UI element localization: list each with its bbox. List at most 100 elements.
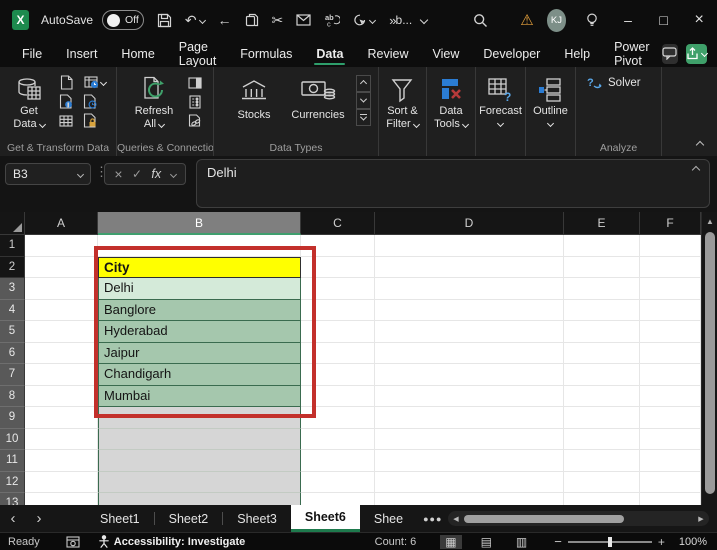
cell-A8[interactable] [25,386,98,408]
cell-C10[interactable] [301,429,375,451]
cell-D6[interactable] [375,343,564,365]
comments-button[interactable] [662,44,679,64]
autosave-toggle[interactable]: Off [102,10,144,30]
edit-links-button[interactable] [185,111,205,130]
document-name[interactable]: b... [396,13,428,27]
warning-button[interactable]: ⚠ [520,11,533,29]
formula-input[interactable]: Delhi [196,159,710,208]
cell-F6[interactable] [640,343,701,365]
cell-E6[interactable] [564,343,640,365]
horizontal-scrollbar[interactable]: ◀ ▶ [448,511,709,526]
cell-E10[interactable] [564,429,640,451]
cell-B1[interactable] [98,235,301,257]
column-header-E[interactable]: E [564,212,640,235]
prev-sheet-button[interactable]: ‹ [0,510,26,527]
cell-D10[interactable] [375,429,564,451]
data-tools-button[interactable]: Data Tools [434,69,468,156]
cell-B3[interactable]: Delhi [98,278,301,300]
sheet-tab-sheet1[interactable]: Sheet1 [86,505,154,532]
cell-E13[interactable] [564,493,640,505]
next-sheet-button[interactable]: › [26,510,52,527]
cell-A9[interactable] [25,407,98,429]
cell-A5[interactable] [25,321,98,343]
avatar[interactable]: KJ [547,9,567,32]
cell-C3[interactable] [301,278,375,300]
cell-D7[interactable] [375,364,564,386]
cell-A7[interactable] [25,364,98,386]
cell-A2[interactable] [25,257,98,279]
cell-D4[interactable] [375,300,564,322]
record-macro-button[interactable] [66,536,80,548]
row-header-10[interactable]: 10 [0,429,25,451]
tab-power-pivot[interactable]: Power Pivot [602,40,661,67]
cancel-button[interactable]: × [114,166,122,182]
row-header-7[interactable]: 7 [0,364,25,386]
cell-A12[interactable] [25,472,98,494]
insert-function-button[interactable]: fx [151,167,161,181]
sheet-tab-sheet3[interactable]: Sheet3 [223,505,291,532]
cell-E12[interactable] [564,472,640,494]
cell-A3[interactable] [25,278,98,300]
solver-button[interactable]: ? Solver [576,67,661,90]
tab-formulas[interactable]: Formulas [228,40,304,67]
zoom-in-button[interactable]: + [652,535,671,549]
forecast-button[interactable]: ? Forecast [479,69,522,156]
cell-C2[interactable] [301,257,375,279]
scroll-left-icon[interactable]: ◀ [448,515,464,523]
row-header-1[interactable]: 1 [0,235,25,257]
share-button[interactable] [686,44,707,64]
row-header-9[interactable]: 9 [0,407,25,429]
cell-F4[interactable] [640,300,701,322]
cut-button[interactable]: ✂ [272,12,284,29]
cell-E9[interactable] [564,407,640,429]
undo-button[interactable]: ↶ [185,12,205,29]
horizontal-scroll-thumb[interactable] [464,515,624,523]
cell-B8[interactable]: Mumbai [98,386,301,408]
tab-help[interactable]: Help [552,40,602,67]
from-web-button[interactable] [80,73,110,92]
cell-F12[interactable] [640,472,701,494]
from-text-csv-button[interactable] [56,73,76,92]
cell-C6[interactable] [301,343,375,365]
cell-F9[interactable] [640,407,701,429]
cell-B4[interactable]: Banglore [98,300,301,322]
cell-A4[interactable] [25,300,98,322]
zoom-slider[interactable] [568,541,652,543]
normal-view-button[interactable]: ▦ [440,535,461,549]
minimize-button[interactable]: – [610,0,646,40]
cell-C7[interactable] [301,364,375,386]
cell-C5[interactable] [301,321,375,343]
cell-D9[interactable] [375,407,564,429]
cell-D11[interactable] [375,450,564,472]
cell-D1[interactable] [375,235,564,257]
cell-D8[interactable] [375,386,564,408]
accessibility-button[interactable]: Accessibility: Investigate [98,535,245,548]
row-header-6[interactable]: 6 [0,343,25,365]
back-button[interactable]: ← [218,12,232,28]
outline-button[interactable]: Outline [533,69,568,156]
cell-E1[interactable] [564,235,640,257]
cell-E5[interactable] [564,321,640,343]
row-header-11[interactable]: 11 [0,450,25,472]
gallery-down-button[interactable] [356,92,371,109]
cell-B7[interactable]: Chandigarh [98,364,301,386]
cell-E8[interactable] [564,386,640,408]
cell-B12[interactable] [98,472,301,494]
tab-data[interactable]: Data [304,40,355,67]
cell-B9[interactable] [98,407,301,429]
column-header-F[interactable]: F [640,212,701,235]
sort-filter-button[interactable]: Sort & Filter [386,69,418,156]
cell-C9[interactable] [301,407,375,429]
row-header-4[interactable]: 4 [0,300,25,322]
tab-review[interactable]: Review [355,40,420,67]
close-button[interactable]: × [681,0,717,40]
cell-B5[interactable]: Hyderabad [98,321,301,343]
tab-insert[interactable]: Insert [54,40,109,67]
page-break-view-button[interactable]: ▥ [511,535,532,549]
row-header-13[interactable]: 13 [0,493,25,505]
cell-D3[interactable] [375,278,564,300]
vertical-scrollbar[interactable]: ▲ [701,212,717,505]
cell-D5[interactable] [375,321,564,343]
cell-B6[interactable]: Jaipur [98,343,301,365]
properties-button[interactable] [185,92,205,111]
